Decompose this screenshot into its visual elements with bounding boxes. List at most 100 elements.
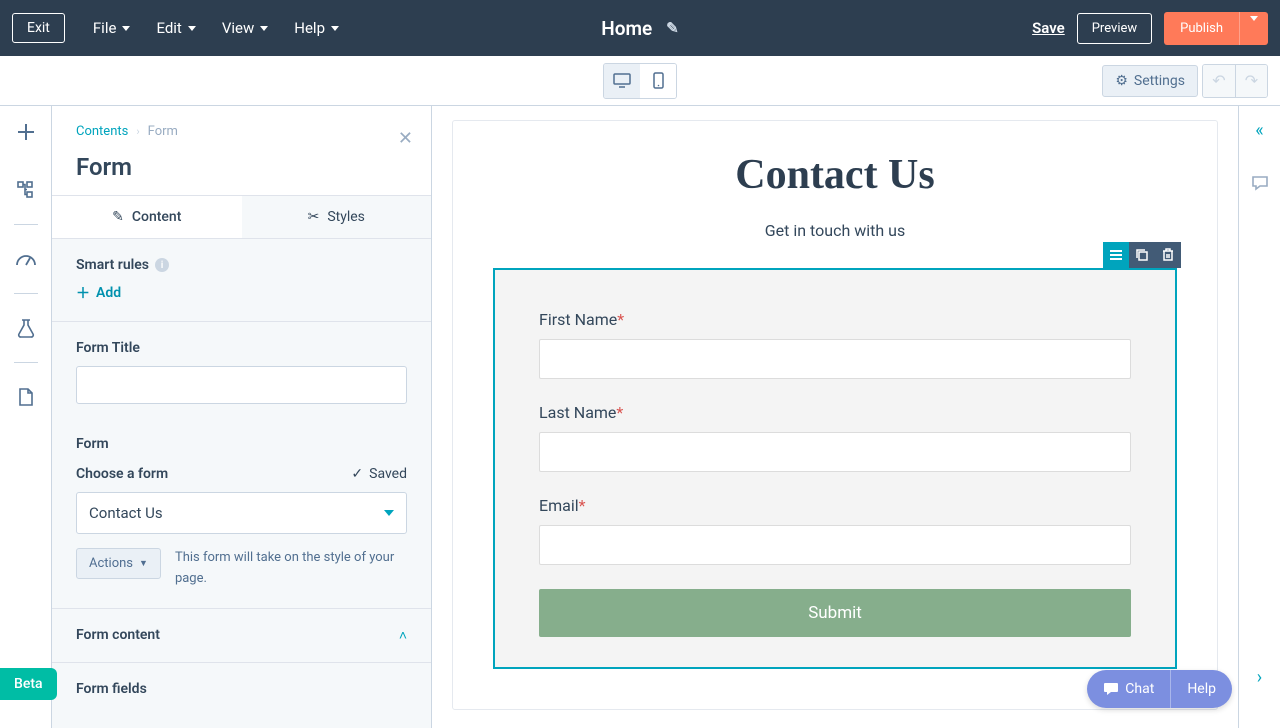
scissors-icon: ✂ xyxy=(308,209,320,225)
menu-file[interactable]: File xyxy=(93,19,131,37)
left-rail xyxy=(0,106,52,728)
file-icon[interactable] xyxy=(14,385,38,409)
submit-button[interactable]: Submit xyxy=(539,589,1131,637)
toolbar: ⚙ Settings ↶ ↷ xyxy=(0,56,1280,106)
breadcrumb: Contents › Form xyxy=(76,124,407,139)
field-label-email: Email* xyxy=(539,496,1131,515)
settings-button[interactable]: ⚙ Settings xyxy=(1102,65,1198,97)
menu-file-label: File xyxy=(93,19,117,37)
menu-edit[interactable]: Edit xyxy=(156,19,195,37)
mobile-icon xyxy=(653,72,664,89)
panel-tabs: ✎ Content ✂ Styles xyxy=(52,195,431,239)
info-icon[interactable]: i xyxy=(155,258,169,272)
field-input-firstname[interactable] xyxy=(539,339,1131,379)
pencil-icon: ✎ xyxy=(112,209,124,225)
rail-divider xyxy=(14,362,38,363)
exit-button[interactable]: Exit xyxy=(12,13,65,43)
field-label-lastname: Last Name* xyxy=(539,403,1131,422)
close-icon[interactable]: ✕ xyxy=(398,128,413,149)
caret-down-icon xyxy=(188,26,196,31)
page-card: Contact Us Get in touch with us First Na… xyxy=(452,120,1218,710)
actions-button[interactable]: Actions ▼ xyxy=(76,548,161,579)
gauge-icon[interactable] xyxy=(14,247,38,271)
tab-content-label: Content xyxy=(132,209,182,225)
page-title-area: Home ✎ xyxy=(601,17,679,40)
module-delete-icon[interactable] xyxy=(1155,242,1181,268)
expand-right-icon[interactable]: › xyxy=(1257,667,1262,688)
topbar-right: Save Preview Publish xyxy=(1032,12,1268,45)
field-label-firstname: First Name* xyxy=(539,310,1131,329)
settings-label: Settings xyxy=(1134,73,1185,89)
pencil-icon[interactable]: ✎ xyxy=(666,19,679,37)
preview-button[interactable]: Preview xyxy=(1077,13,1152,44)
side-panel-header: Contents › Form ✕ Form xyxy=(52,106,431,195)
tab-content[interactable]: ✎ Content xyxy=(52,196,242,238)
field-input-lastname[interactable] xyxy=(539,432,1131,472)
form-fields-label: Form fields xyxy=(76,681,407,697)
actions-label: Actions xyxy=(89,556,133,571)
form-title-input[interactable] xyxy=(76,366,407,404)
beta-pill[interactable]: Beta xyxy=(0,668,57,700)
add-icon[interactable] xyxy=(14,120,38,144)
menu-edit-label: Edit xyxy=(156,19,181,37)
module-toolbar xyxy=(1103,242,1181,268)
contact-heading: Contact Us xyxy=(493,151,1177,199)
canvas: Contact Us Get in touch with us First Na… xyxy=(432,106,1238,728)
tab-styles-label: Styles xyxy=(327,209,365,225)
chat-button[interactable]: Chat xyxy=(1087,670,1170,708)
add-rule-link[interactable]: ＋ Add xyxy=(76,283,407,303)
chevron-up-icon: ˄ xyxy=(399,627,407,644)
device-toggle xyxy=(603,63,677,99)
module-clone-icon[interactable] xyxy=(1129,242,1155,268)
field-input-email[interactable] xyxy=(539,525,1131,565)
form-select[interactable]: Contact Us xyxy=(76,492,407,534)
smart-rules-section: Smart rules i ＋ Add xyxy=(52,239,431,322)
caret-down-icon xyxy=(384,510,394,516)
side-panel: Contents › Form ✕ Form ✎ Content ✂ Style… xyxy=(52,106,432,728)
comment-icon[interactable] xyxy=(1251,175,1269,191)
form-content-toggle[interactable]: Form content ˄ xyxy=(52,609,431,663)
form-fields-section: Form fields xyxy=(52,663,431,715)
gear-icon: ⚙ xyxy=(1115,73,1128,89)
smart-rules-label: Smart rules i xyxy=(76,257,407,273)
desktop-view-button[interactable] xyxy=(604,64,640,98)
contact-subheading: Get in touch with us xyxy=(493,221,1177,240)
choose-form-label: Choose a form xyxy=(76,466,168,482)
chevron-right-icon: › xyxy=(136,125,139,138)
menu-view[interactable]: View xyxy=(222,19,268,37)
form-preview: First Name* Last Name* Email* Submit xyxy=(493,268,1177,669)
undo-button[interactable]: ↶ xyxy=(1203,65,1235,97)
plus-icon: ＋ xyxy=(76,283,90,303)
form-style-hint: This form will take on the style of your… xyxy=(175,548,407,590)
publish-group: Publish xyxy=(1164,12,1268,45)
undo-redo-group: ↶ ↷ xyxy=(1202,64,1268,98)
add-label: Add xyxy=(96,285,121,301)
breadcrumb-root[interactable]: Contents xyxy=(76,124,128,139)
publish-button[interactable]: Publish xyxy=(1164,12,1239,45)
help-button[interactable]: Help xyxy=(1170,670,1232,708)
form-content-label: Form content xyxy=(76,627,160,643)
caret-down-icon: ▼ xyxy=(139,558,148,569)
menu-help[interactable]: Help xyxy=(294,19,339,37)
chat-label: Chat xyxy=(1125,681,1154,697)
menu-help-label: Help xyxy=(294,19,325,37)
right-rail: « › xyxy=(1238,106,1280,728)
caret-down-icon xyxy=(122,26,130,31)
form-title-label: Form Title xyxy=(76,340,407,356)
save-link[interactable]: Save xyxy=(1032,19,1065,37)
tree-icon[interactable] xyxy=(14,178,38,202)
menu-view-label: View xyxy=(222,19,254,37)
flask-icon[interactable] xyxy=(14,316,38,340)
mobile-view-button[interactable] xyxy=(640,64,676,98)
caret-down-icon xyxy=(1250,16,1258,36)
rail-divider xyxy=(14,293,38,294)
publish-caret-button[interactable] xyxy=(1239,12,1268,45)
collapse-right-icon[interactable]: « xyxy=(1255,120,1263,141)
chat-icon xyxy=(1103,682,1119,696)
redo-button[interactable]: ↷ xyxy=(1235,65,1267,97)
module-edit-icon[interactable] xyxy=(1103,242,1129,268)
form-module[interactable]: First Name* Last Name* Email* Submit xyxy=(493,268,1177,669)
tab-styles[interactable]: ✂ Styles xyxy=(242,196,432,238)
page-title: Home xyxy=(601,17,652,40)
rail-divider xyxy=(14,224,38,225)
